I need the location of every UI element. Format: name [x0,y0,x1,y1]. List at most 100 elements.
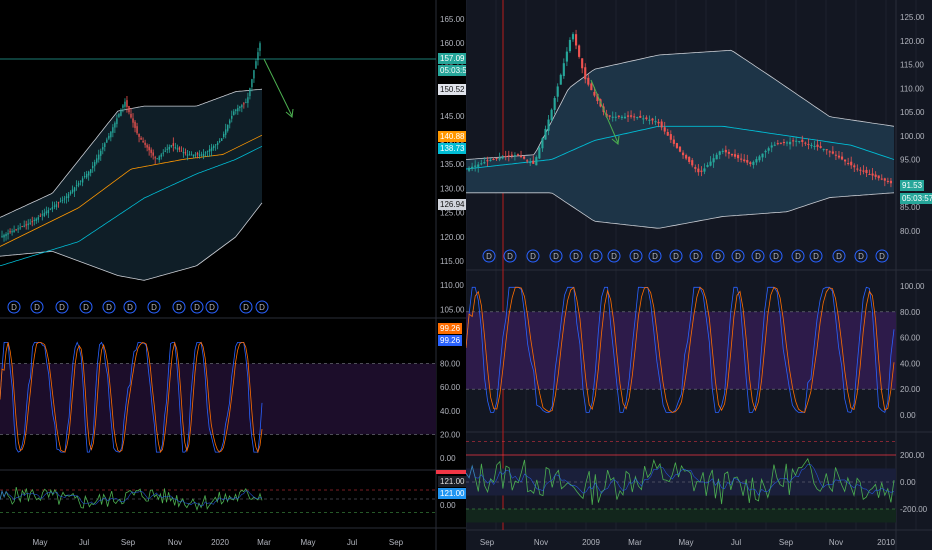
right-candle-body [715,154,718,160]
right-candle-body [706,165,709,167]
right-dividend-marker-label: D [573,252,579,261]
left-candle-body [144,142,146,145]
left-candle-body [61,199,64,201]
right-candle-body [578,45,581,57]
left-projection-arrow [263,58,293,117]
right-candle-body [819,146,822,148]
right-candle-body [883,178,886,181]
left-dividend-marker-label: D [59,303,65,312]
left-candle-body [168,146,170,150]
left-dividend-marker-label: D [127,303,133,312]
left-candle-body [158,156,160,161]
right-candle-body [788,141,792,145]
left-price-tick-label: 120.00 [440,233,465,242]
right-candle-body [697,168,700,173]
left-stoch-band [0,363,436,435]
left-time-label: Sep [121,538,136,547]
right-candle-body [608,115,611,117]
right-price-tick-label: 120.00 [900,37,925,46]
left-candle-body [146,145,148,148]
right-candle-body [718,151,721,155]
right-dividend-marker-label: D [486,252,492,261]
left-candle-body [71,189,74,193]
right-candle-body [571,34,575,40]
right-candle-body [645,117,648,120]
right-dividend-marker-label: D [813,252,819,261]
right-chart-canvas[interactable]: 125.00 120.00 115.00 110.00 105.00 100.00 95.0… [466,0,932,550]
left-price-tick-label: 130.00 [440,184,465,193]
right-candle-body [519,155,523,158]
left-price-tick-label: 110.00 [440,281,464,290]
right-dividend-marker-label: D [652,252,658,261]
right-stoch-tick-label: 0.00 [900,411,916,420]
right-candle-body [746,160,749,163]
right-time-label: Nov [829,538,843,547]
right-time-label: Sep [480,538,495,547]
left-candle-body [172,143,175,146]
right-candle-body [727,151,730,154]
left-candle-body [231,115,233,119]
right-candle-body [740,158,743,160]
left-chart-canvas[interactable]: 165.00160.00155.00150.00145.00140.00135.… [0,0,466,550]
right-candle-body [822,148,825,150]
left-candle-body [106,139,108,143]
right-price-tick-label: 85.00 [900,203,921,212]
left-candle-body [77,182,80,186]
left-time-label: Jul [347,538,357,547]
right-candle-body [486,160,489,162]
right-candle-body [584,67,587,80]
left-candle-body [102,147,104,150]
right-chart-panel[interactable]: 125.00 120.00 115.00 110.00 105.00 100.00 95.0… [466,0,932,550]
right-candle-body [847,163,850,165]
right-candle-body [516,154,520,156]
right-candle-body [825,149,828,151]
left-candle-body [239,106,241,109]
left-candle-body [35,218,37,221]
left-candle-body [39,215,42,217]
left-candle-body [59,201,62,203]
right-cci-low-band [466,509,896,523]
right-candle-body [755,159,758,163]
right-candle-body [691,160,694,166]
left-candle-body [223,133,225,137]
right-price-tick-label: 125.00 [900,13,925,22]
right-candle-body [669,134,672,140]
right-candle-body [816,144,819,147]
right-dividend-marker-label: D [553,252,559,261]
right-candle-body [501,157,504,159]
left-candle-body [120,109,122,116]
left-time-label: Jul [79,538,89,547]
right-candle-body [648,119,651,121]
left-chart-panel[interactable]: 165.00160.00155.00150.00145.00140.00135.… [0,0,466,550]
left-candle-body [227,124,229,131]
left-candle-body [25,224,27,226]
right-dividend-marker-label: D [693,252,699,261]
left-candle-body [124,101,126,107]
right-candle-body [654,121,657,123]
right-candle-body [685,155,688,159]
left-candle-body [83,176,86,178]
right-candle-body [467,167,471,171]
right-cci-tick-label: -200.00 [900,505,928,514]
left-candle-body [202,153,205,157]
left-dividend-marker-label: D [209,303,215,312]
right-candle-body [660,121,663,128]
left-dividend-marker-label: D [194,303,200,312]
left-time-label: May [32,538,47,547]
right-candle-body [626,115,630,117]
right-candle-body [532,160,535,164]
left-candle-body [15,229,17,231]
left-candle-body [17,228,19,230]
left-candle-body [41,214,44,216]
right-candle-body [474,165,477,167]
left-dividend-marker-label: D [176,303,182,312]
left-candle-body [235,109,237,111]
right-candle-body [565,51,568,62]
right-price-tick-label: 115.00 [900,61,924,70]
right-candle-body [859,169,862,171]
right-candle-body [752,161,755,165]
right-candle-body [510,154,513,156]
left-candle-body [29,222,31,224]
left-candle-body [55,204,58,208]
left-candle-body [132,118,134,123]
